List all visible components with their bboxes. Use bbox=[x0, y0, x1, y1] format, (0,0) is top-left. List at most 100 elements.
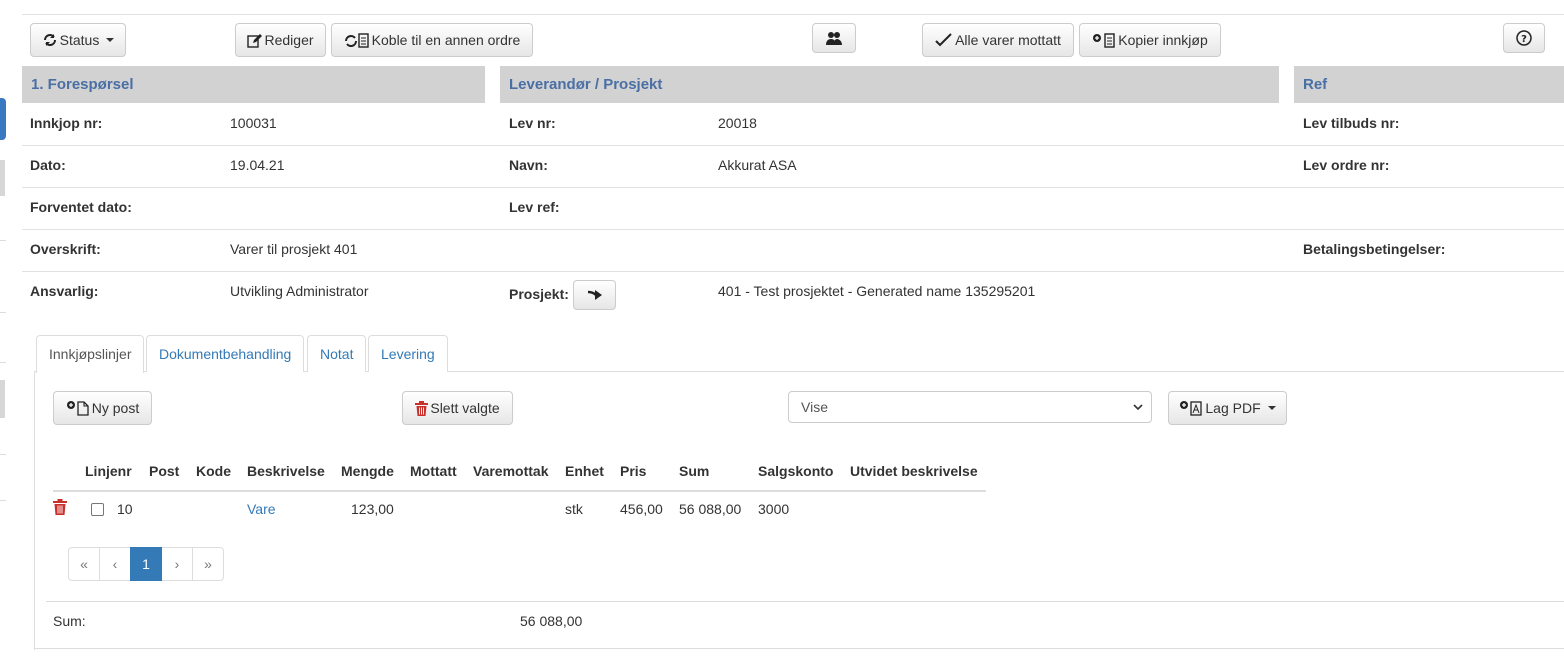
column-header-kode[interactable]: Kode bbox=[196, 463, 231, 479]
sidebar-divider bbox=[0, 312, 6, 313]
tab-note[interactable]: Notat bbox=[307, 335, 367, 372]
view-select-value: Vise bbox=[801, 399, 828, 415]
cell-beskrivelse-link[interactable]: Vare bbox=[247, 501, 276, 517]
panel-border bbox=[34, 648, 1564, 649]
caret-down-icon bbox=[106, 38, 115, 42]
sidebar-divider bbox=[0, 240, 6, 241]
table-header-divider bbox=[53, 490, 986, 492]
sum-divider bbox=[46, 601, 1564, 602]
top-divider bbox=[22, 14, 1564, 15]
supplier-name-label: Navn: bbox=[509, 157, 548, 173]
cell-mengde: 123,00 bbox=[351, 501, 394, 517]
purchase-no-value: 100031 bbox=[230, 115, 277, 131]
tab-purchase-lines[interactable]: Innkjøpslinjer bbox=[36, 335, 145, 373]
purchase-no-label: Innkjop nr: bbox=[30, 115, 103, 131]
cell-salgskonto: 3000 bbox=[758, 501, 790, 517]
help-button[interactable]: ? bbox=[1503, 23, 1545, 53]
column-header-sum[interactable]: Sum bbox=[679, 463, 709, 479]
column-header-linjenr[interactable]: Linjenr bbox=[85, 463, 132, 479]
new-document-icon bbox=[66, 401, 89, 416]
link-order-icon bbox=[344, 32, 369, 48]
sidebar-divider bbox=[0, 500, 6, 501]
panel-border bbox=[34, 372, 35, 650]
supplier-ref-label: Lev ref: bbox=[509, 199, 560, 215]
sum-value: 56 088,00 bbox=[520, 613, 583, 629]
sidebar-active-marker[interactable] bbox=[0, 98, 6, 140]
current-page-button[interactable]: 1 bbox=[130, 547, 162, 581]
expected-date-label: Forventet dato: bbox=[30, 199, 132, 215]
column-header-mengde[interactable]: Mengde bbox=[341, 463, 394, 479]
edit-button-label: Rediger bbox=[264, 32, 314, 48]
status-button[interactable]: Status bbox=[30, 23, 126, 57]
copy-purchase-button-label: Kopier innkjøp bbox=[1118, 32, 1208, 48]
tab-document-handling[interactable]: Dokumentbehandling bbox=[146, 335, 305, 372]
last-page-button[interactable]: » bbox=[192, 547, 224, 581]
next-page-button[interactable]: › bbox=[161, 547, 193, 581]
edit-button[interactable]: Rediger bbox=[235, 23, 326, 57]
pagination: « ‹ 1 › » bbox=[68, 547, 224, 581]
delete-selected-button[interactable]: Slett valgte bbox=[402, 391, 513, 425]
row-select-checkbox[interactable] bbox=[91, 503, 104, 516]
responsible-value: Utvikling Administrator bbox=[230, 283, 369, 299]
sidebar-marker[interactable] bbox=[0, 380, 5, 418]
copy-purchase-button[interactable]: Kopier innkjøp bbox=[1079, 23, 1221, 57]
refresh-icon bbox=[43, 34, 56, 46]
users-icon bbox=[826, 32, 842, 45]
supplier-no-value: 20018 bbox=[718, 115, 757, 131]
column-header-post[interactable]: Post bbox=[149, 463, 179, 479]
column-header-utvidet-beskrivelse[interactable]: Utvidet beskrivelse bbox=[850, 463, 978, 479]
column-header-enhet[interactable]: Enhet bbox=[565, 463, 604, 479]
cell-enhet: stk bbox=[565, 501, 583, 517]
date-label: Dato: bbox=[30, 157, 66, 173]
check-icon bbox=[935, 33, 952, 47]
first-page-button[interactable]: « bbox=[68, 547, 100, 581]
row-divider bbox=[22, 145, 1564, 146]
column-header-beskrivelse[interactable]: Beskrivelse bbox=[247, 463, 325, 479]
supplier-name-value: Akkurat ASA bbox=[718, 157, 797, 173]
sum-label: Sum: bbox=[53, 613, 86, 629]
help-icon: ? bbox=[1516, 30, 1532, 46]
offer-no-label: Lev tilbuds nr: bbox=[1303, 115, 1400, 131]
section-header-supplier: Leverandør / Prosjekt bbox=[500, 66, 1279, 103]
row-divider bbox=[22, 271, 1564, 272]
prev-page-button[interactable]: ‹ bbox=[99, 547, 131, 581]
cell-linjenr: 10 bbox=[117, 501, 133, 517]
link-order-button-label: Koble til en annen ordre bbox=[371, 32, 521, 48]
column-header-pris[interactable]: Pris bbox=[620, 463, 646, 479]
contacts-button[interactable] bbox=[812, 23, 856, 53]
all-received-button-label: Alle varer mottatt bbox=[955, 32, 1061, 48]
link-order-button[interactable]: Koble til en annen ordre bbox=[331, 23, 533, 57]
view-select[interactable]: Vise bbox=[788, 391, 1152, 423]
svg-text:?: ? bbox=[1521, 34, 1527, 45]
project-value: 401 - Test prosjektet - Generated name 1… bbox=[718, 283, 1036, 299]
column-header-salgskonto[interactable]: Salgskonto bbox=[758, 463, 833, 479]
heading-label: Overskrift: bbox=[30, 241, 101, 257]
sidebar-marker[interactable] bbox=[0, 160, 5, 196]
supplier-no-label: Lev nr: bbox=[509, 115, 556, 131]
responsible-label: Ansvarlig: bbox=[30, 283, 99, 299]
new-post-button-label: Ny post bbox=[91, 400, 140, 416]
edit-icon bbox=[247, 33, 263, 48]
section-header-ref: Ref bbox=[1294, 66, 1564, 103]
new-post-button[interactable]: Ny post bbox=[53, 391, 152, 425]
payment-terms-label: Betalingsbetingelser: bbox=[1303, 241, 1446, 257]
make-pdf-button-label: Lag PDF bbox=[1205, 400, 1261, 416]
column-header-mottatt[interactable]: Mottatt bbox=[410, 463, 457, 479]
column-header-varemottak[interactable]: Varemottak bbox=[473, 463, 548, 479]
trash-icon[interactable] bbox=[53, 499, 67, 515]
arrow-right-icon bbox=[587, 290, 602, 300]
chevron-down-icon bbox=[1133, 404, 1143, 411]
pdf-icon bbox=[1180, 401, 1203, 416]
row-divider bbox=[22, 229, 1564, 230]
make-pdf-button[interactable]: Lag PDF bbox=[1168, 391, 1287, 425]
order-no-label: Lev ordre nr: bbox=[1303, 157, 1390, 173]
section-header-request: 1. Forespørsel bbox=[22, 66, 485, 103]
all-received-button[interactable]: Alle varer mottatt bbox=[922, 23, 1074, 57]
go-to-project-button[interactable] bbox=[573, 280, 616, 310]
sidebar-divider bbox=[0, 362, 6, 363]
heading-value: Varer til prosjekt 401 bbox=[230, 241, 358, 257]
copy-icon bbox=[1093, 32, 1115, 48]
project-label: Prosjekt: bbox=[509, 286, 569, 302]
delete-selected-button-label: Slett valgte bbox=[430, 400, 500, 416]
tab-delivery[interactable]: Levering bbox=[368, 335, 448, 372]
